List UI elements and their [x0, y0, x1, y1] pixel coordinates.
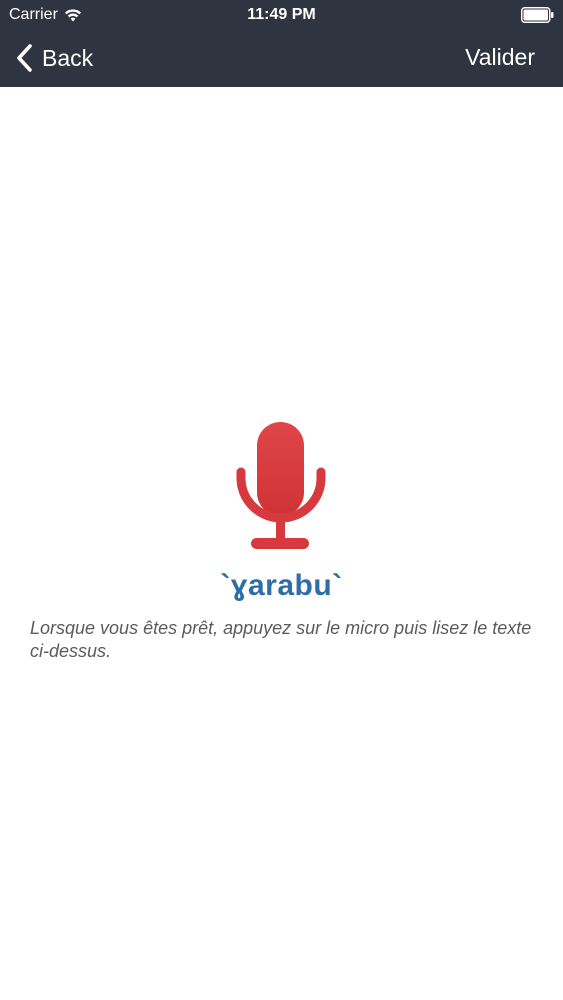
validate-button[interactable]: Valider [465, 44, 535, 71]
back-button[interactable]: Back [14, 40, 93, 76]
back-label: Back [42, 44, 94, 71]
status-time: 11:49 PM [247, 6, 316, 23]
instruction-text: Lorsque vous êtes prêt, appuyez sur le m… [30, 618, 532, 661]
status-bar: Carrier 11:49 PM [0, 0, 563, 30]
chevron-left-icon [17, 44, 32, 72]
microphone-icon [236, 422, 326, 549]
record-button[interactable] [236, 422, 326, 550]
top-bar: Carrier 11:49 PM Back Valider [0, 0, 563, 87]
navigation-bar: Back Valider [0, 30, 563, 87]
battery-icon [521, 7, 554, 23]
phrase-to-read: `ɣarabu` [220, 569, 343, 602]
